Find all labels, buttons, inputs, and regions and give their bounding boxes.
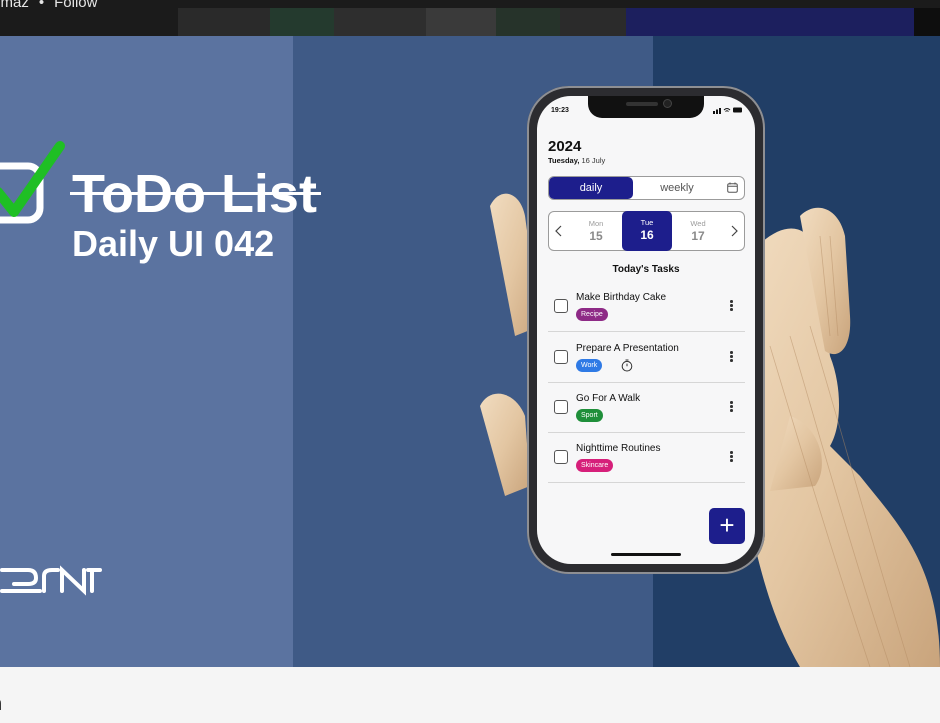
status-icons xyxy=(713,107,742,114)
task-title: Go For A Walk xyxy=(576,393,641,404)
follow-button[interactable]: Follow xyxy=(54,0,97,11)
year-heading: 2024 xyxy=(548,138,582,155)
section-title: Today's Tasks xyxy=(612,264,680,275)
task-tag: Skincare xyxy=(576,459,614,472)
day-tue-selected[interactable]: Tue 16 xyxy=(622,211,672,251)
task-checkbox[interactable] xyxy=(554,299,568,313)
day-picker: Mon 15 Tue 16 Wed 17 xyxy=(548,211,745,251)
separator: • xyxy=(38,0,45,11)
thumbnail[interactable] xyxy=(270,8,334,36)
hero-subtitle: Daily UI 042 xyxy=(72,223,275,264)
more-options-icon[interactable] xyxy=(730,451,733,463)
status-time: 19:23 xyxy=(551,107,569,114)
more-options-icon[interactable] xyxy=(730,351,733,363)
date-rest: 16 July xyxy=(581,156,606,165)
task-item[interactable]: Nighttime Routines Skincare xyxy=(548,433,745,483)
author-name[interactable]: rılmaz xyxy=(0,0,29,11)
task-checkbox[interactable] xyxy=(554,350,568,364)
strikethrough-line xyxy=(70,192,321,195)
task-title: Prepare A Presentation xyxy=(576,343,679,354)
hero-shot: ToDo List Daily UI 042 19:23 2024 Tuesda… xyxy=(0,36,940,667)
task-tag: Sport xyxy=(576,409,603,422)
chevron-left-icon[interactable] xyxy=(555,225,562,237)
brand-logo-icon xyxy=(0,565,102,596)
phone-notch xyxy=(588,96,704,118)
task-item[interactable]: Make Birthday Cake Recipe xyxy=(548,282,745,332)
tab-daily[interactable]: daily xyxy=(549,177,633,199)
chevron-right-icon[interactable] xyxy=(731,225,738,237)
checkbox-check-icon xyxy=(0,141,65,224)
task-item[interactable]: Prepare A Presentation Work xyxy=(548,333,745,383)
thumbnail-strip xyxy=(178,8,940,36)
view-toggle: daily weekly xyxy=(548,176,745,200)
thumbnail[interactable] xyxy=(334,8,426,36)
task-checkbox[interactable] xyxy=(554,400,568,414)
footer-heading: n xyxy=(0,693,2,716)
tab-weekly[interactable]: weekly xyxy=(633,177,721,199)
task-item[interactable]: Go For A Walk Sport xyxy=(548,383,745,433)
thumbnail[interactable] xyxy=(426,8,496,36)
thumbnail[interactable] xyxy=(626,8,914,36)
task-checkbox[interactable] xyxy=(554,450,568,464)
date-line: Tuesday, 16 July xyxy=(548,156,605,165)
home-indicator xyxy=(611,553,681,556)
more-options-icon[interactable] xyxy=(730,401,733,413)
day-mon[interactable]: Mon 15 xyxy=(571,212,621,250)
day-wed[interactable]: Wed 17 xyxy=(673,212,723,250)
thumbnail[interactable] xyxy=(178,8,270,36)
phone-mockup: 19:23 2024 Tuesday, 16 July daily weekly xyxy=(527,86,765,574)
task-title: Nighttime Routines xyxy=(576,443,661,454)
task-title: Make Birthday Cake xyxy=(576,292,667,303)
task-tag: Work xyxy=(576,359,603,372)
calendar-icon[interactable] xyxy=(727,182,738,193)
author-line: rılmaz • Follow xyxy=(0,0,97,11)
thumbnail[interactable] xyxy=(914,8,940,36)
hero-title: ToDo List xyxy=(70,166,321,222)
top-bar: rılmaz • Follow xyxy=(0,0,940,36)
footer-section: n xyxy=(0,667,940,723)
date-weekday: Tuesday, xyxy=(548,156,580,165)
thumbnail[interactable] xyxy=(560,8,626,36)
thumbnail[interactable] xyxy=(496,8,560,36)
add-task-button[interactable]: + xyxy=(709,508,745,544)
shot-page: rılmaz • Follow ToDo List Daily UI 042 xyxy=(0,0,940,723)
phone-screen: 19:23 2024 Tuesday, 16 July daily weekly xyxy=(537,96,755,564)
task-tag: Recipe xyxy=(576,308,608,321)
timer-icon xyxy=(621,359,633,372)
more-options-icon[interactable] xyxy=(730,300,733,312)
